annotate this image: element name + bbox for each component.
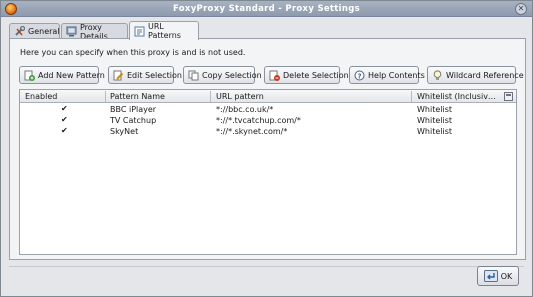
tab-url-patterns[interactable]: URL Patterns <box>129 21 199 40</box>
whitelist-cell: Whitelist <box>417 127 453 136</box>
url-pattern-cell: *://*.skynet.com/* <box>216 127 288 136</box>
delete-icon <box>269 70 280 81</box>
help-contents-label: Help Contents <box>368 70 425 80</box>
url-pattern-cell: *://*.tvcatchup.com/* <box>216 116 301 125</box>
help-icon: ? <box>354 70 365 81</box>
table-row[interactable]: ✔ TV Catchup *://*.tvcatchup.com/* White… <box>20 115 516 126</box>
window-title: FoxyProxy Standard - Proxy Settings <box>173 4 360 14</box>
column-header-pattern-name[interactable]: Pattern Name <box>110 92 165 101</box>
delete-selection-label: Delete Selection <box>283 70 349 80</box>
column-picker-icon[interactable] <box>504 92 513 101</box>
column-separator[interactable] <box>210 91 211 102</box>
whitelist-cell: Whitelist <box>417 105 453 114</box>
help-contents-button[interactable]: ? Help Contents <box>349 66 425 84</box>
svg-text:?: ? <box>357 72 361 80</box>
ok-label: OK <box>500 271 513 281</box>
copy-icon <box>188 70 199 81</box>
url-patterns-icon <box>134 26 145 37</box>
close-window-button[interactable]: ✕ <box>515 3 527 15</box>
ok-button[interactable]: OK <box>477 266 519 286</box>
pattern-name-cell: TV Catchup <box>110 116 157 125</box>
column-separator[interactable] <box>411 91 412 102</box>
proxy-settings-window: FoxyProxy Standard - Proxy Settings ✕ Ge… <box>0 0 533 297</box>
table-row[interactable]: ✔ SkyNet *://*.skynet.com/* Whitelist <box>20 126 516 137</box>
wildcard-reference-button[interactable]: Wildcard Reference <box>427 66 524 84</box>
proxy-details-icon <box>66 26 77 37</box>
column-header-url-pattern[interactable]: URL pattern <box>216 92 264 101</box>
tab-proxy-details[interactable]: Proxy Details <box>61 23 128 41</box>
enabled-checkmark[interactable]: ✔ <box>61 104 68 113</box>
tab-general[interactable]: General <box>9 23 60 39</box>
tools-icon <box>14 25 26 37</box>
enabled-checkmark[interactable]: ✔ <box>61 126 68 135</box>
delete-selection-button[interactable]: Delete Selection <box>264 66 349 84</box>
intro-text: Here you can specify when this proxy is … <box>20 48 246 57</box>
tab-general-label: General <box>28 27 60 36</box>
lightbulb-icon <box>432 69 443 81</box>
title-bar[interactable]: FoxyProxy Standard - Proxy Settings ✕ <box>1 1 532 17</box>
add-new-pattern-button[interactable]: Add New Pattern <box>19 66 105 84</box>
copy-selection-label: Copy Selection <box>202 70 262 80</box>
patterns-table[interactable]: Enabled Pattern Name URL pattern Whiteli… <box>19 89 517 255</box>
edit-selection-label: Edit Selection <box>127 70 182 80</box>
edit-selection-button[interactable]: Edit Selection <box>108 66 182 84</box>
url-pattern-cell: *://bbc.co.uk/* <box>216 105 274 114</box>
pattern-name-cell: BBC iPlayer <box>110 105 157 114</box>
table-row[interactable]: ✔ BBC iPlayer *://bbc.co.uk/* Whitelist <box>20 104 516 115</box>
whitelist-cell: Whitelist <box>417 116 453 125</box>
footer-divider <box>9 266 524 267</box>
column-separator[interactable] <box>105 91 106 102</box>
ok-icon <box>483 270 498 282</box>
wildcard-reference-label: Wildcard Reference <box>446 70 524 80</box>
add-new-pattern-label: Add New Pattern <box>38 70 105 80</box>
column-header-whitelist[interactable]: Whitelist (Inclusiv… <box>417 92 496 101</box>
tab-url-patterns-label: URL Patterns <box>148 22 181 40</box>
edit-icon <box>113 70 124 81</box>
pattern-name-cell: SkyNet <box>110 127 139 136</box>
copy-selection-button[interactable]: Copy Selection <box>183 66 262 84</box>
add-pattern-icon <box>24 70 35 81</box>
column-header-enabled[interactable]: Enabled <box>25 92 57 101</box>
table-header: Enabled Pattern Name URL pattern Whiteli… <box>20 90 516 103</box>
enabled-checkmark[interactable]: ✔ <box>61 115 68 124</box>
url-patterns-panel: Here you can specify when this proxy is … <box>9 38 526 260</box>
